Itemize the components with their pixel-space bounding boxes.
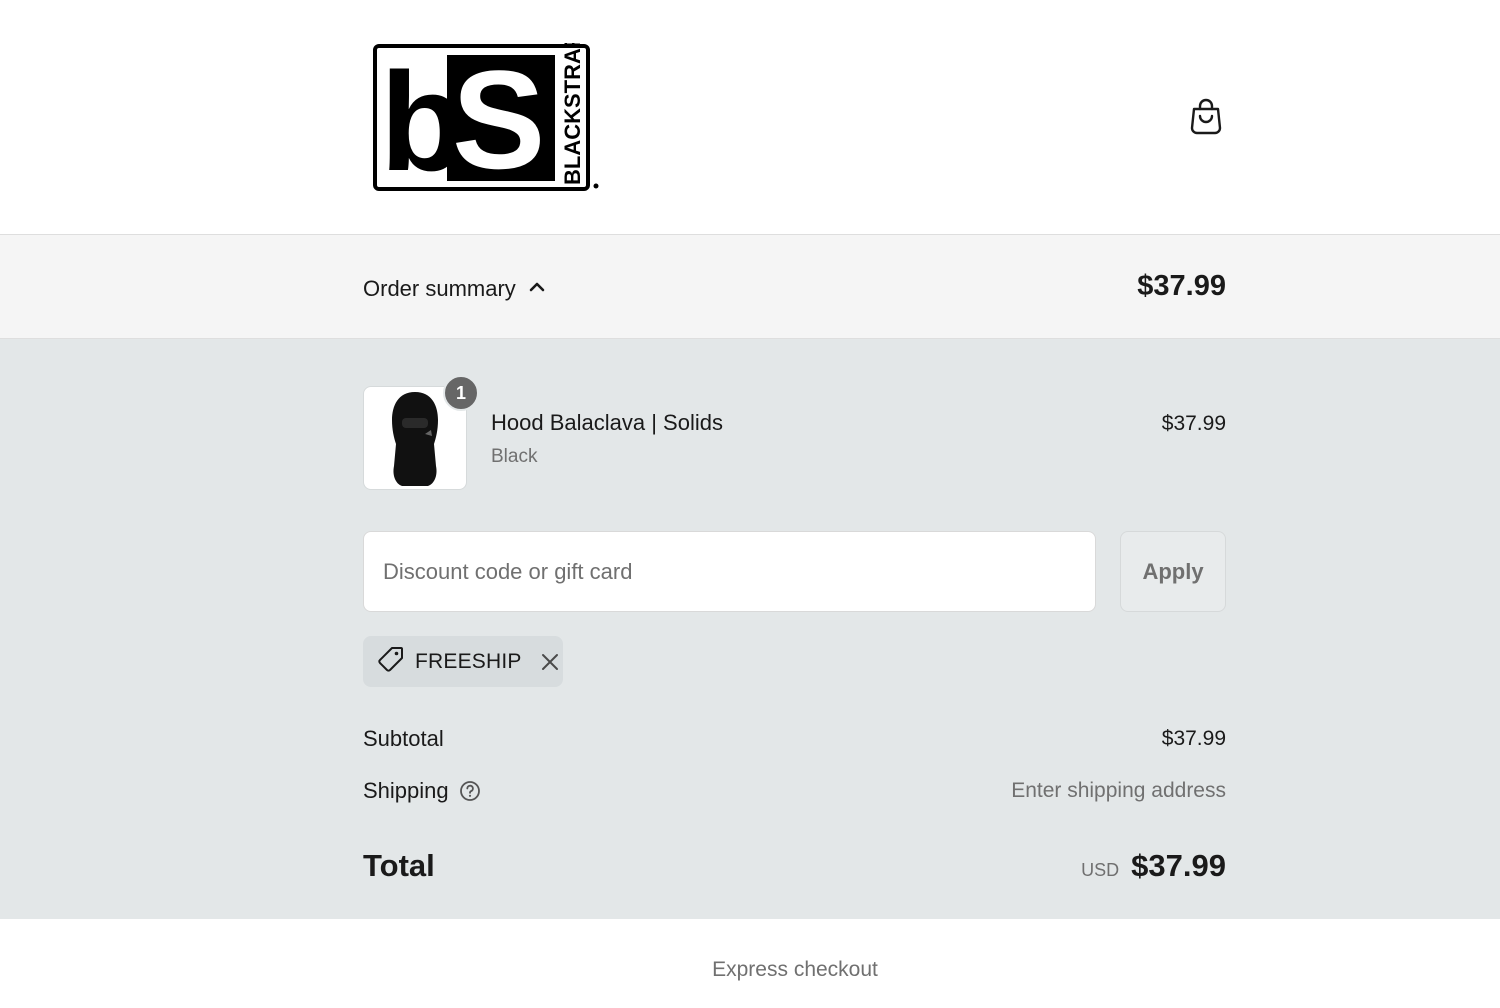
checkout-header: b S BLACKSTRAP — [0, 0, 1500, 235]
quantity-badge: 1 — [443, 375, 479, 411]
apply-discount-button[interactable]: Apply — [1120, 531, 1226, 612]
grand-total: $37.99 — [1131, 848, 1226, 883]
order-summary-toggle-bar — [0, 235, 1500, 339]
balaclava-image — [392, 392, 438, 486]
cart-button[interactable] — [1186, 98, 1226, 138]
remove-discount-button[interactable] — [540, 652, 560, 672]
order-summary-panel — [0, 339, 1500, 919]
product-price: $37.99 — [1161, 412, 1226, 435]
subtotal-label: Subtotal — [363, 726, 444, 751]
help-circle-icon[interactable] — [459, 780, 481, 802]
applied-discount-code: FREESHIP — [415, 649, 522, 673]
order-summary-total: $37.99 — [1137, 270, 1226, 302]
blackstrap-logo[interactable]: b S BLACKSTRAP — [372, 33, 602, 200]
shipping-label: Shipping — [363, 778, 449, 803]
subtotal-value: $37.99 — [1161, 727, 1226, 750]
product-variant: Black — [491, 446, 538, 467]
currency-code: USD — [1081, 860, 1120, 880]
applied-discount-chip: FREESHIP — [363, 636, 563, 687]
total-value-group: USD $37.99 — [1081, 848, 1226, 884]
close-icon — [541, 653, 558, 670]
shopping-bag-icon — [1189, 97, 1223, 140]
express-checkout-heading: Express checkout — [712, 958, 878, 981]
svg-text:BLACKSTRAP: BLACKSTRAP — [560, 43, 585, 185]
chevron-up-icon — [528, 280, 546, 298]
subtotal-row-label: Subtotal — [363, 726, 444, 752]
product-name: Hood Balaclava | Solids — [491, 410, 723, 435]
svg-text:S: S — [452, 43, 545, 193]
order-summary-label: Order summary — [363, 276, 516, 301]
discount-code-input[interactable] — [363, 531, 1096, 612]
order-summary-toggle[interactable]: Order summary — [363, 272, 546, 306]
shipping-value: Enter shipping address — [1011, 779, 1226, 802]
shipping-row-label: Shipping — [363, 778, 481, 804]
total-label: Total — [363, 848, 435, 883]
tag-icon — [377, 645, 405, 678]
